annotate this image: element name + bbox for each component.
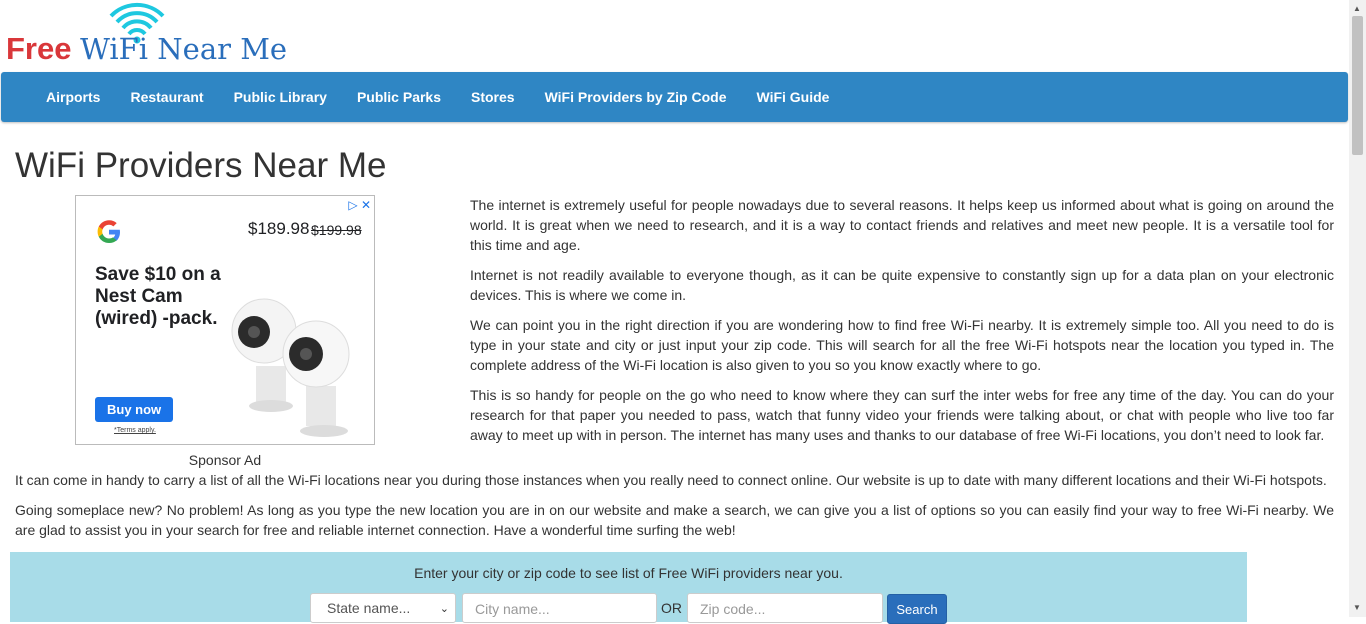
- nav-item-wifi-providers-by-zip[interactable]: WiFi Providers by Zip Code: [530, 89, 742, 105]
- chevron-down-icon: ⌄: [439, 603, 449, 615]
- sponsor-ad-label: Sponsor Ad: [188, 452, 262, 468]
- nav-item-wifi-guide[interactable]: WiFi Guide: [741, 89, 844, 105]
- state-select[interactable]: State name... ⌄: [310, 593, 456, 623]
- nav-item-public-parks[interactable]: Public Parks: [342, 89, 456, 105]
- ad-headline: Save $10 on a Nest Cam (wired) -pack.: [95, 264, 221, 329]
- google-logo-icon: [97, 220, 120, 243]
- ad-price: $189.98: [248, 219, 310, 238]
- scroll-down-arrow-icon[interactable]: ▼: [1353, 603, 1361, 612]
- adchoices-icon[interactable]: ▷ ✕: [348, 198, 371, 212]
- search-panel: Enter your city or zip code to see list …: [10, 552, 1247, 624]
- scroll-up-arrow-icon[interactable]: ▲: [1353, 4, 1361, 13]
- page-title: WiFi Providers Near Me: [15, 146, 387, 185]
- paragraph-6: Going someplace new? No problem! As long…: [15, 502, 1334, 538]
- search-button[interactable]: Search: [887, 594, 947, 624]
- sponsor-ad[interactable]: ▷ ✕ $189.98 $199.98 Save $10 on a Nest C…: [75, 195, 375, 445]
- logo-text: Free WiFi Near Me: [6, 31, 287, 67]
- search-label: Enter your city or zip code to see list …: [414, 565, 843, 581]
- nest-cam-image: [231, 298, 350, 437]
- city-input[interactable]: City name...: [462, 593, 657, 623]
- site-logo[interactable]: Free WiFi Near Me: [3, 0, 303, 72]
- paragraph-1: The internet is extremely useful for peo…: [470, 197, 1334, 253]
- nav-item-public-library[interactable]: Public Library: [219, 89, 342, 105]
- ad-terms-link[interactable]: *Terms apply.: [114, 427, 156, 434]
- nav-item-restaurant[interactable]: Restaurant: [115, 89, 218, 105]
- paragraph-3: We can point you in the right direction …: [470, 317, 1334, 373]
- ad-buy-now-button[interactable]: Buy now: [95, 397, 174, 422]
- or-label: OR: [661, 600, 682, 616]
- zip-input[interactable]: Zip code...: [687, 593, 883, 623]
- paragraph-2: Internet is not readily available to eve…: [470, 267, 1334, 303]
- nav-item-stores[interactable]: Stores: [456, 89, 530, 105]
- nav-item-airports[interactable]: Airports: [31, 89, 115, 105]
- logo-wifi-near-me: WiFi Near Me: [80, 32, 288, 66]
- state-select-value: State name...: [327, 600, 411, 616]
- vertical-scrollbar[interactable]: ▲ ▼: [1349, 0, 1366, 617]
- ad-old-price: $199.98: [311, 222, 362, 238]
- main-nav: Airports Restaurant Public Library Publi…: [1, 72, 1348, 122]
- scroll-thumb[interactable]: [1352, 16, 1363, 155]
- paragraph-5: It can come in handy to carry a list of …: [15, 472, 1327, 488]
- paragraph-4: This is so handy for people on the go wh…: [470, 387, 1334, 443]
- logo-free: Free: [6, 31, 72, 66]
